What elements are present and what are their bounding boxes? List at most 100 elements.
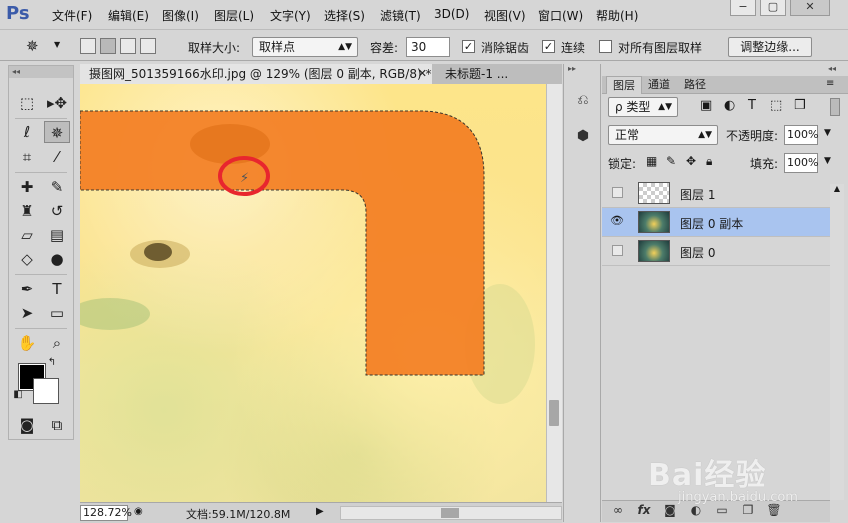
- filter-type-icon[interactable]: T: [748, 98, 756, 113]
- layer-filter-select[interactable]: ρ 类型 ▲▼: [608, 97, 678, 117]
- photoshop-logo: Ps: [6, 3, 30, 24]
- strip-collapse-icon[interactable]: ▸▸: [568, 64, 576, 73]
- canvas-vertical-scrollbar[interactable]: [546, 84, 562, 502]
- shadow-blur: [190, 124, 270, 164]
- fill-input[interactable]: 100%: [784, 153, 818, 173]
- close-tab-icon[interactable]: ✕: [418, 64, 427, 84]
- visibility-toggle-off[interactable]: [612, 245, 623, 256]
- menu-view[interactable]: 视图(V): [484, 7, 526, 24]
- canvas-horizontal-scrollbar[interactable]: [340, 506, 562, 520]
- history-panel-icon[interactable]: ⎌: [571, 88, 595, 112]
- menu-layer[interactable]: 图层(L): [214, 7, 254, 24]
- restore-button[interactable]: ▢: [760, 0, 786, 16]
- add-to-selection-icon[interactable]: [100, 38, 116, 54]
- toolbox: ◂◂ ⬚ ▸✥ ℓ ✵ ⌗ ⁄ ✚ ✎ ♜ ↺ ▱ ▤ ◇ ● ✒ T ➤ ▭ …: [8, 65, 74, 440]
- contiguous-checkbox[interactable]: ✓: [542, 40, 555, 53]
- eraser-tool-icon[interactable]: ▱: [14, 224, 40, 246]
- minimize-button[interactable]: −: [730, 0, 756, 16]
- document-canvas[interactable]: ⚡: [80, 84, 546, 502]
- rectangle-tool-icon[interactable]: ▭: [44, 302, 70, 324]
- zoom-tool-icon[interactable]: ⌕: [44, 332, 70, 354]
- type-tool-icon[interactable]: T: [44, 278, 70, 300]
- tab-layers[interactable]: 图层: [606, 76, 642, 94]
- crop-tool-icon[interactable]: ⌗: [14, 146, 40, 168]
- opacity-dropdown-icon[interactable]: ▼: [824, 128, 831, 138]
- opacity-input[interactable]: 100%: [784, 125, 818, 145]
- new-selection-icon[interactable]: [80, 38, 96, 54]
- pen-tool-icon[interactable]: ✒: [14, 278, 40, 300]
- blend-mode-select[interactable]: 正常 ▲▼: [608, 125, 718, 145]
- blur-tool-icon[interactable]: ◇: [14, 248, 40, 270]
- menu-edit[interactable]: 编辑(E): [108, 7, 149, 24]
- path-selection-tool-icon[interactable]: ➤: [14, 302, 40, 324]
- move-tool-icon[interactable]: ▸✥: [44, 92, 70, 114]
- hand-tool-icon[interactable]: ✋: [14, 332, 40, 354]
- toolbox-grip[interactable]: ◂◂: [9, 66, 73, 78]
- quick-mask-icon[interactable]: ◙: [14, 414, 40, 436]
- status-arrow-icon[interactable]: ▶: [316, 506, 324, 517]
- scroll-thumb[interactable]: [549, 400, 559, 426]
- zoom-level-field[interactable]: 128.72%: [80, 505, 132, 521]
- link-layers-icon[interactable]: ∞: [610, 503, 626, 517]
- tab-channels[interactable]: 通道: [642, 76, 676, 94]
- lock-all-icon[interactable]: 🔒︎: [706, 154, 712, 169]
- anti-alias-checkbox[interactable]: ✓: [462, 40, 475, 53]
- menu-image[interactable]: 图像(I): [162, 7, 199, 24]
- selection-fill-shape: [80, 110, 485, 376]
- tab-paths[interactable]: 路径: [678, 76, 712, 94]
- panel-collapse-icon[interactable]: ◂◂: [828, 64, 836, 73]
- clone-stamp-tool-icon[interactable]: ♜: [14, 200, 40, 222]
- baidu-watermark: Bai经验 jingyan.baidu.com: [648, 450, 838, 510]
- close-button[interactable]: ✕: [790, 0, 830, 16]
- filter-pixel-icon[interactable]: ▣: [700, 98, 712, 113]
- sample-size-select[interactable]: 取样点 ▲▼: [252, 37, 358, 57]
- fill-dropdown-icon[interactable]: ▼: [824, 156, 831, 166]
- tolerance-input[interactable]: 30: [406, 37, 450, 57]
- panel-menu-icon[interactable]: ≡: [826, 78, 834, 89]
- background-color-swatch[interactable]: [33, 378, 59, 404]
- menu-window[interactable]: 窗口(W): [538, 7, 583, 24]
- intersect-selection-icon[interactable]: [140, 38, 156, 54]
- magic-wand-tool-icon[interactable]: ✵: [44, 121, 70, 143]
- menu-type[interactable]: 文字(Y): [270, 7, 311, 24]
- tab-document-main[interactable]: 摄图网_501359166水印.jpg @ 129% (图层 0 副本, RGB…: [80, 64, 432, 84]
- layer-row[interactable]: 图层 0: [602, 237, 830, 266]
- lock-transparency-icon[interactable]: ▦: [646, 154, 657, 168]
- tab-document-untitled[interactable]: 未标题-1 ...: [436, 64, 562, 84]
- layer-row[interactable]: 图层 1: [602, 179, 830, 208]
- visibility-toggle-off[interactable]: [612, 187, 623, 198]
- filter-adjustment-icon[interactable]: ◐: [724, 98, 735, 113]
- scroll-thumb[interactable]: [441, 508, 459, 518]
- layer-row-selected[interactable]: 👁︎ 图层 0 副本: [602, 208, 830, 237]
- menu-select[interactable]: 选择(S): [324, 7, 365, 24]
- eyedropper-tool-icon[interactable]: ⁄: [44, 146, 70, 168]
- screen-mode-icon[interactable]: ⧉: [44, 414, 70, 436]
- sample-all-layers-checkbox[interactable]: [599, 40, 612, 53]
- history-brush-tool-icon[interactable]: ↺: [44, 200, 70, 222]
- chevron-down-icon[interactable]: ▼: [54, 40, 60, 49]
- default-colors-icon[interactable]: ◧: [11, 388, 25, 402]
- dodge-tool-icon[interactable]: ●: [44, 248, 70, 270]
- subtract-from-selection-icon[interactable]: [120, 38, 136, 54]
- lasso-tool-icon[interactable]: ℓ: [14, 121, 40, 143]
- status-menu-icon[interactable]: ◉: [134, 506, 143, 517]
- swap-colors-icon[interactable]: ↰: [45, 356, 59, 370]
- 3d-panel-icon[interactable]: ⬢: [571, 124, 595, 148]
- healing-brush-tool-icon[interactable]: ✚: [14, 176, 40, 198]
- refine-edge-button[interactable]: 调整边缘...: [728, 37, 812, 57]
- filter-smart-object-icon[interactable]: ❒: [794, 98, 806, 113]
- menu-file[interactable]: 文件(F): [52, 7, 92, 24]
- filter-shape-icon[interactable]: ⬚: [770, 98, 782, 113]
- scroll-up-icon[interactable]: ▲: [830, 184, 844, 196]
- eye-icon[interactable]: 👁︎: [610, 214, 624, 228]
- lock-pixels-icon[interactable]: ✎: [666, 154, 676, 168]
- menu-filter[interactable]: 滤镜(T): [380, 7, 421, 24]
- brush-tool-icon[interactable]: ✎: [44, 176, 70, 198]
- lock-position-icon[interactable]: ✥: [686, 154, 696, 168]
- magic-wand-preset-icon[interactable]: ✵: [26, 37, 39, 55]
- filter-toggle-switch[interactable]: [830, 98, 840, 116]
- menu-help[interactable]: 帮助(H): [596, 7, 638, 24]
- gradient-tool-icon[interactable]: ▤: [44, 224, 70, 246]
- menu-3d[interactable]: 3D(D): [434, 7, 469, 21]
- rect-marquee-tool-icon[interactable]: ⬚: [14, 92, 40, 114]
